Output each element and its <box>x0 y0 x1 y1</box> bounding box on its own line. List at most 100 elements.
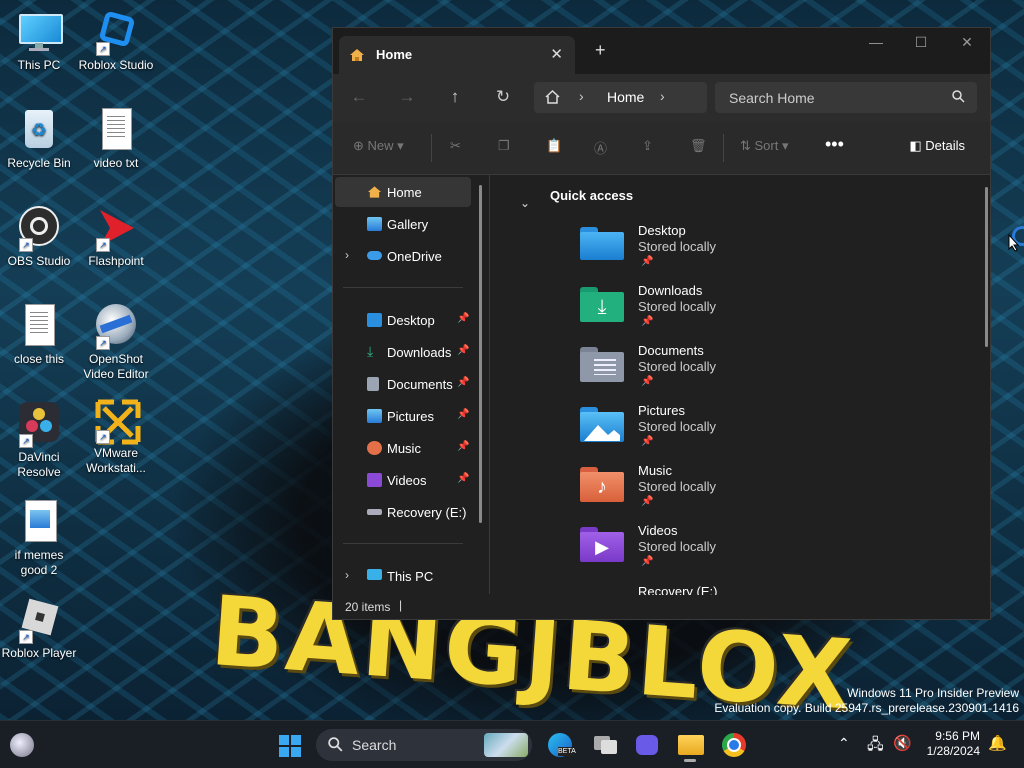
paste-icon[interactable]: 📋 <box>546 138 562 154</box>
desktop-icon-flashpoint[interactable]: ↗ Flashpoint <box>78 206 154 269</box>
desktop-icon-close-this[interactable]: close this <box>1 304 77 367</box>
delete-icon[interactable]: 🗑 <box>690 138 707 154</box>
shortcut-arrow-icon: ↗ <box>96 42 110 56</box>
pin-icon: 📌 <box>641 316 654 327</box>
sidebar-item-onedrive[interactable]: › OneDrive <box>335 241 471 271</box>
shortcut-arrow-icon: ↗ <box>19 434 33 448</box>
taskbar-search[interactable]: Search <box>316 729 532 761</box>
search-box[interactable] <box>715 82 977 113</box>
quick-access-header[interactable]: ⌄ Quick access <box>520 185 980 210</box>
desktop-icon-this-pc[interactable]: This PC <box>1 10 77 73</box>
desktop-icon-obs-studio[interactable]: ↗ OBS Studio <box>1 206 77 269</box>
title-bar[interactable]: Home ✕ + — ☐ ✕ <box>333 28 990 74</box>
file-explorer-icon[interactable] <box>674 729 706 762</box>
chevron-up-icon[interactable]: ⌃ <box>838 735 850 752</box>
chevron-right-icon[interactable]: › <box>579 88 584 104</box>
start-button[interactable] <box>278 734 302 763</box>
pictures-folder-icon <box>580 407 624 443</box>
up-arrow-icon[interactable]: ↑ <box>443 87 467 107</box>
sidebar-scrollbar[interactable] <box>479 185 482 523</box>
desktop-icon-vmware[interactable]: ↗ VMware Workstati... <box>78 398 154 476</box>
desktop-icon-label: Recycle Bin <box>7 156 71 170</box>
weather-widget-icon[interactable] <box>10 733 34 757</box>
notification-bell-icon[interactable]: 🔔 <box>988 734 1007 752</box>
chevron-right-icon[interactable]: › <box>660 88 665 104</box>
new-tab-button[interactable]: + <box>595 40 606 61</box>
maximize-button[interactable]: ☐ <box>898 34 944 51</box>
chrome-icon[interactable] <box>718 729 750 761</box>
pin-icon[interactable]: 📌 <box>457 409 469 420</box>
close-window-button[interactable]: ✕ <box>944 34 990 51</box>
sidebar-item-label: Desktop <box>387 313 435 328</box>
folder-tile-videos[interactable]: ▶ Videos Stored locally 📌 <box>580 523 880 579</box>
desktop-icon-davinci-resolve[interactable]: ↗ DaVinci Resolve <box>1 402 77 480</box>
tab-home[interactable]: Home ✕ <box>339 36 575 74</box>
sidebar-item-home[interactable]: Home <box>335 177 471 207</box>
sidebar-item-music[interactable]: Music 📌 <box>335 433 471 463</box>
search-icon[interactable] <box>952 90 965 108</box>
sidebar-item-documents[interactable]: Documents 📌 <box>335 369 471 399</box>
folder-tile-documents[interactable]: Documents Stored locally 📌 <box>580 343 880 399</box>
sidebar-item-label: Videos <box>387 473 427 488</box>
rename-icon[interactable]: Ⓐ <box>594 138 607 157</box>
tab-title: Home <box>376 47 413 62</box>
desktop-icon-recycle-bin[interactable]: ♻ Recycle Bin <box>1 108 77 171</box>
desktop-icon-openshot[interactable]: ↗ OpenShot Video Editor <box>78 304 154 382</box>
system-clock[interactable]: 9:56 PM 1/28/2024 <box>918 729 980 759</box>
sidebar-item-downloads[interactable]: ⤓ Downloads 📌 <box>335 337 471 367</box>
content-scrollbar[interactable] <box>985 187 988 347</box>
chevron-down-icon[interactable]: ⌄ <box>520 196 530 210</box>
minimize-button[interactable]: — <box>853 34 899 50</box>
details-button[interactable]: ◧ Details <box>909 138 965 154</box>
folder-tile-pictures[interactable]: Pictures Stored locally 📌 <box>580 403 880 459</box>
folder-name: Pictures <box>638 403 685 418</box>
meet-chat-icon[interactable] <box>630 729 662 761</box>
sidebar-item-videos[interactable]: Videos 📌 <box>335 465 471 495</box>
folder-tile-music[interactable]: ♪ Music Stored locally 📌 <box>580 463 880 519</box>
edge-beta-icon[interactable]: BETA <box>544 729 576 761</box>
new-button[interactable]: ⊕ New ▾ <box>353 138 404 154</box>
task-view-icon[interactable] <box>590 729 622 761</box>
folder-tile-downloads[interactable]: ⤓ Downloads Stored locally 📌 <box>580 283 880 339</box>
desktop-icon-roblox-studio[interactable]: ↗ Roblox Studio <box>78 10 154 73</box>
more-options-icon[interactable]: ••• <box>825 134 844 155</box>
share-icon[interactable]: ⇪ <box>642 138 653 154</box>
address-bar[interactable]: › Home › <box>534 82 707 113</box>
command-bar: ⊕ New ▾ ✂ ❐ 📋 Ⓐ ⇪ 🗑 ⇅ Sort ▾ ••• ◧ Detai… <box>333 122 990 175</box>
address-location[interactable]: Home <box>607 89 644 105</box>
cut-icon[interactable]: ✂ <box>450 138 461 154</box>
pin-icon[interactable]: 📌 <box>457 441 469 452</box>
sidebar-item-label: Documents <box>387 377 453 392</box>
shortcut-arrow-icon: ↗ <box>96 238 110 252</box>
desktop-icon-if-memes-good-2[interactable]: if memes good 2 <box>1 500 77 578</box>
refresh-icon[interactable]: ↻ <box>491 87 515 107</box>
folder-name: Music <box>638 463 672 478</box>
sidebar-item-pictures[interactable]: Pictures 📌 <box>335 401 471 431</box>
volume-muted-icon[interactable]: 🔇 <box>893 734 912 752</box>
text-file-icon <box>17 304 61 348</box>
sidebar-item-recovery[interactable]: Recovery (E:) <box>335 497 471 527</box>
close-tab-icon[interactable]: ✕ <box>550 45 563 63</box>
pin-icon[interactable]: 📌 <box>457 313 469 324</box>
chevron-right-icon[interactable]: › <box>345 568 349 582</box>
back-arrow-icon[interactable]: ← <box>347 87 371 107</box>
pin-icon[interactable]: 📌 <box>457 345 469 356</box>
desktop-icon-video-txt[interactable]: video txt <box>78 108 154 171</box>
sort-button[interactable]: ⇅ Sort ▾ <box>740 138 789 154</box>
sidebar-item-desktop[interactable]: Desktop 📌 <box>335 305 471 335</box>
desktop-icon-roblox-player[interactable]: ↗ Roblox Player <box>1 598 77 661</box>
folder-status: Stored locally <box>638 419 717 434</box>
pin-icon[interactable]: 📌 <box>457 377 469 388</box>
folder-tile-desktop[interactable]: Desktop Stored locally 📌 <box>580 223 880 279</box>
obs-icon: ↗ <box>17 206 61 252</box>
watermark-line: Windows 11 Pro Insider Preview <box>847 686 1019 700</box>
search-input[interactable] <box>727 88 941 108</box>
shortcut-arrow-icon: ↗ <box>19 238 33 252</box>
sidebar-item-this-pc[interactable]: › This PC <box>335 561 471 591</box>
copy-icon[interactable]: ❐ <box>498 138 510 154</box>
sidebar-item-gallery[interactable]: Gallery <box>335 209 471 239</box>
forward-arrow-icon[interactable]: → <box>395 87 419 107</box>
chevron-right-icon[interactable]: › <box>345 248 349 262</box>
network-icon[interactable]: 🖧 <box>867 734 884 759</box>
pin-icon[interactable]: 📌 <box>457 473 469 484</box>
